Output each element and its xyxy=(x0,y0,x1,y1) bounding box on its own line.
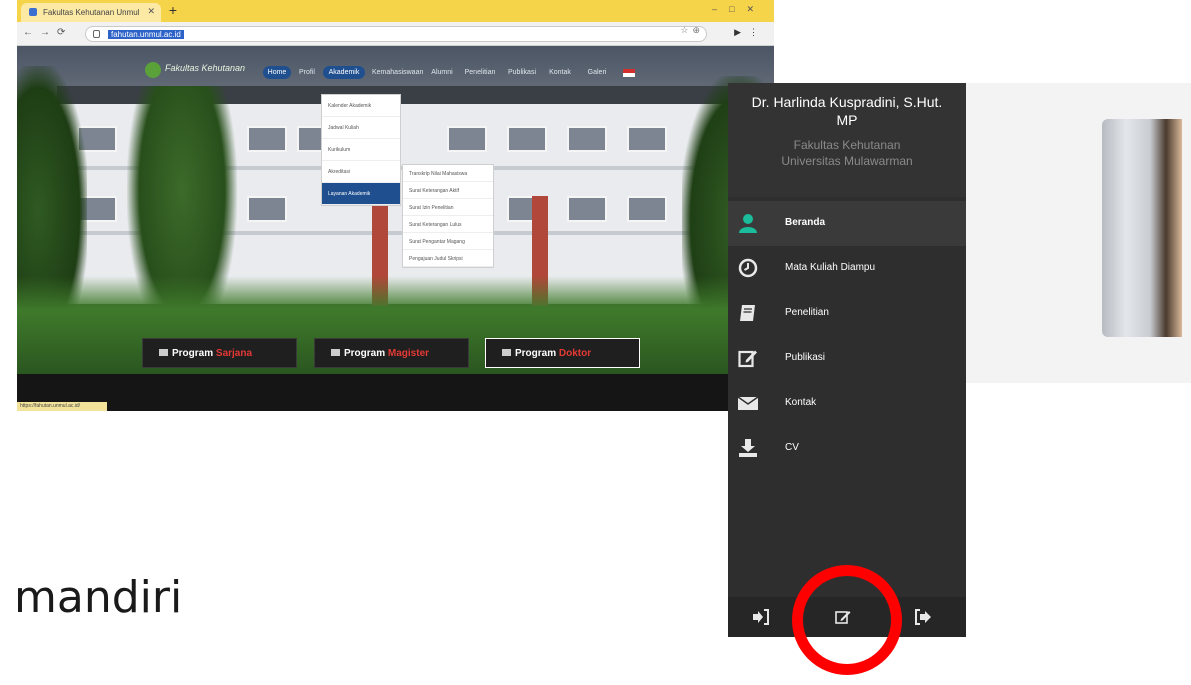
sidebar-item-label: Penelitian xyxy=(785,307,829,318)
sidebar-item-mata-kuliah[interactable]: Mata Kuliah Diampu xyxy=(728,246,966,291)
sidebar-item-kontak[interactable]: Kontak xyxy=(728,381,966,426)
sidebar-item-cv[interactable]: CV xyxy=(728,426,966,471)
flag-icon xyxy=(331,349,340,356)
program-sarjana-button[interactable]: Program Sarjana xyxy=(142,338,297,368)
profile-header: Dr. Harlinda Kuspradini, S.Hut. MP Fakul… xyxy=(728,83,966,197)
tab-bar: Fakultas Kehutanan Unmul ✕ + –□✕ xyxy=(17,0,774,22)
status-url: https://fahutan.unmul.ac.id/ xyxy=(17,402,107,411)
site-navbar: Fakultas Kehutanan Home Profil Akademik … xyxy=(17,56,774,82)
edit-icon xyxy=(738,350,757,368)
sidebar-menu: Beranda Mata Kuliah Diampu Penelitian Pu… xyxy=(728,201,966,471)
subdropdown-item[interactable]: Pengajuan Judul Skripsi xyxy=(403,250,493,267)
sign-out-icon[interactable] xyxy=(914,609,932,625)
sign-in-icon[interactable] xyxy=(752,609,770,625)
subdropdown-item[interactable]: Surat Keterangan Aktif xyxy=(403,182,493,199)
slide-caption: mandiri xyxy=(14,572,183,623)
nav-publikasi[interactable]: Publikasi xyxy=(503,66,541,79)
nav-galeri[interactable]: Galeri xyxy=(579,66,615,79)
browser-toolbar: ←→⟳ fahutan.unmul.ac.id ☆⊕ ▶⋮ xyxy=(17,22,774,46)
subdropdown-item[interactable]: Transkrip Nilai Mahasiswa xyxy=(403,165,493,182)
layanan-subdropdown: Transkrip Nilai Mahasiswa Surat Keterang… xyxy=(402,164,494,268)
slide: Fakultas Kehutanan Unmul ✕ + –□✕ ←→⟳ fah… xyxy=(0,0,1191,685)
profile-content xyxy=(966,83,1191,637)
sidebar-item-label: Kontak xyxy=(785,397,817,408)
book-icon xyxy=(740,305,755,321)
address-bar-icons[interactable]: ☆⊕ xyxy=(680,25,704,36)
close-tab-icon[interactable]: ✕ xyxy=(147,6,155,17)
program-doktor-button[interactable]: Program Doktor xyxy=(485,338,640,368)
leaf-logo-icon xyxy=(145,62,161,78)
user-icon xyxy=(739,214,757,233)
program-magister-button[interactable]: Program Magister xyxy=(314,338,469,368)
footer-strip xyxy=(17,374,774,411)
url-text: fahutan.unmul.ac.id xyxy=(108,30,184,39)
window-controls[interactable]: –□✕ xyxy=(712,4,766,15)
sidebar-item-penelitian[interactable]: Penelitian xyxy=(728,291,966,336)
extension-icons[interactable]: ▶⋮ xyxy=(734,27,766,38)
profile-name: Dr. Harlinda Kuspradini, S.Hut. MP xyxy=(751,94,943,128)
sidebar-item-label: Beranda xyxy=(785,217,826,228)
new-tab-button[interactable]: + xyxy=(165,2,181,18)
envelope-icon xyxy=(738,396,758,410)
dropdown-item-selected[interactable]: Layanan Akademik xyxy=(322,183,400,205)
nav-profil[interactable]: Profil xyxy=(294,66,320,79)
address-bar[interactable]: fahutan.unmul.ac.id xyxy=(85,26,707,42)
profile-faculty: Fakultas Kehutanan xyxy=(793,138,901,152)
dropdown-item[interactable]: Jadwal Kuliah xyxy=(322,117,400,139)
sidebar-item-publikasi[interactable]: Publikasi xyxy=(728,336,966,381)
nav-kontak[interactable]: Kontak xyxy=(544,66,576,79)
profile-screenshot: Dr. Harlinda Kuspradini, S.Hut. MP Fakul… xyxy=(728,83,1191,637)
site-logo[interactable]: Fakultas Kehutanan xyxy=(145,60,245,82)
nav-akademik[interactable]: Akademik xyxy=(323,66,365,79)
subdropdown-item[interactable]: Surat Pengantar Magang xyxy=(403,233,493,250)
browser-screenshot: Fakultas Kehutanan Unmul ✕ + –□✕ ←→⟳ fah… xyxy=(17,0,774,411)
favicon-icon xyxy=(29,8,37,16)
subdropdown-item[interactable]: Surat Izin Penelitian xyxy=(403,199,493,216)
profile-university: Universitas Mulawarman xyxy=(781,154,913,168)
profile-sidebar: Dr. Harlinda Kuspradini, S.Hut. MP Fakul… xyxy=(728,83,966,637)
tab-title: Fakultas Kehutanan Unmul xyxy=(43,8,140,17)
flag-icon xyxy=(159,349,168,356)
sidebar-item-label: Publikasi xyxy=(785,352,826,363)
flag-icon xyxy=(502,349,511,356)
browser-tab[interactable]: Fakultas Kehutanan Unmul ✕ xyxy=(21,3,161,22)
sidebar-item-beranda[interactable]: Beranda xyxy=(728,201,966,246)
lock-icon xyxy=(93,30,100,38)
dropdown-item[interactable]: Akreditasi xyxy=(322,161,400,183)
download-icon xyxy=(739,439,757,457)
nav-buttons[interactable]: ←→⟳ xyxy=(23,27,72,38)
sidebar-item-label: CV xyxy=(785,442,799,453)
sidebar-item-label: Mata Kuliah Diampu xyxy=(785,262,876,273)
hero-banner: Fakultas Kehutanan Home Profil Akademik … xyxy=(17,46,774,374)
language-flag-icon[interactable] xyxy=(623,69,635,77)
akademik-dropdown: Kalender Akademik Jadwal Kuliah Kurikulu… xyxy=(321,94,401,206)
nav-kemahasiswaan[interactable]: Kemahasiswaan xyxy=(368,66,424,79)
profile-photo xyxy=(1102,119,1182,337)
nav-penelitian[interactable]: Penelitian xyxy=(460,66,500,79)
subdropdown-item[interactable]: Surat Keterangan Lulus xyxy=(403,216,493,233)
nav-home[interactable]: Home xyxy=(263,66,291,79)
clock-icon xyxy=(738,258,758,278)
annotation-circle xyxy=(792,565,902,675)
dropdown-item[interactable]: Kalender Akademik xyxy=(322,95,400,117)
nav-alumni[interactable]: Alumni xyxy=(427,66,457,79)
dropdown-item[interactable]: Kurikulum xyxy=(322,139,400,161)
